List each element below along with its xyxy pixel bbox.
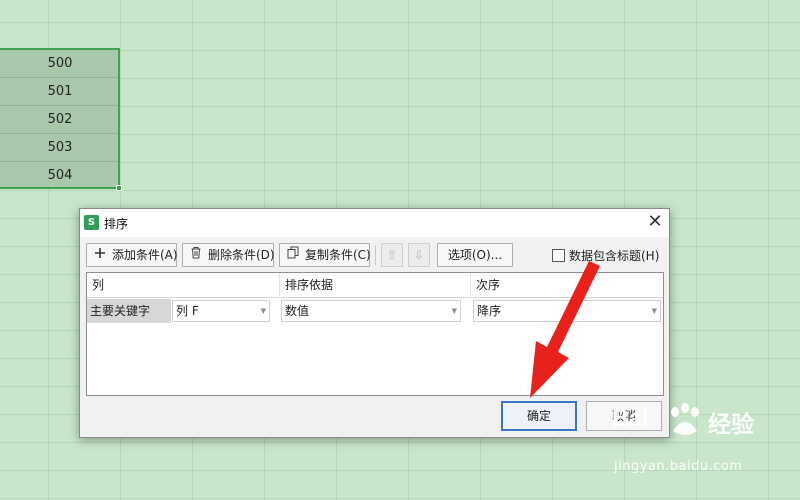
close-icon: ✕: [647, 211, 663, 232]
cell-503[interactable]: 503: [0, 134, 118, 162]
cell-500[interactable]: 500: [0, 50, 118, 78]
copy-condition-label: 复制条件(C): [305, 248, 371, 262]
dialog-titlebar[interactable]: S 排序 ✕: [80, 209, 669, 237]
arrow-down-icon: ⇩: [413, 248, 425, 262]
trash-icon: [188, 244, 204, 266]
checkbox-box[interactable]: [552, 249, 565, 262]
cell-504[interactable]: 504: [0, 162, 118, 190]
app-icon: S: [84, 215, 99, 230]
watermark-url-text: jingyan.baidu.com: [614, 459, 743, 474]
delete-condition-label: 删除条件(D): [208, 248, 275, 262]
move-up-button[interactable]: ⇧: [381, 243, 403, 267]
cell-502[interactable]: 502: [0, 106, 118, 134]
dropdown-arrow-icon: ▼: [260, 307, 266, 315]
column-header-order: 次序: [471, 273, 663, 298]
delete-condition-button[interactable]: 删除条件(D): [182, 243, 275, 267]
dropdown-arrow-icon: ▼: [451, 307, 457, 315]
sort-basis-select[interactable]: 数值 ▼: [281, 300, 461, 322]
paw-icon: [671, 403, 699, 435]
primary-key-label: 主要关键字: [87, 299, 171, 323]
close-button[interactable]: ✕: [643, 211, 667, 235]
sort-basis-value: 数值: [285, 304, 310, 318]
toolbar-divider: [375, 245, 376, 265]
sort-dialog: S 排序 ✕ 添加条件(A) 删除条件(D) 复制条件(C) ⇧ ⇩ 选项(O)…: [79, 208, 670, 438]
copy-icon: [285, 244, 301, 266]
data-has-header-checkbox[interactable]: 数据包含标题(H): [552, 247, 659, 265]
column-select[interactable]: 列 F ▼: [172, 300, 270, 322]
checkbox-label: 数据包含标题(H): [569, 249, 660, 263]
sort-condition-row[interactable]: 主要关键字 列 F ▼ 数值 ▼ 降序 ▼: [87, 299, 663, 325]
arrow-up-icon: ⇧: [386, 248, 398, 262]
add-condition-label: 添加条件(A): [112, 248, 178, 262]
column-header-col: 列: [87, 273, 280, 298]
move-down-button[interactable]: ⇩: [408, 243, 430, 267]
options-button[interactable]: 选项(O)...: [437, 243, 513, 267]
fill-handle[interactable]: [116, 185, 122, 191]
watermark-brand-text: 经验: [708, 412, 754, 438]
order-select[interactable]: 降序 ▼: [473, 300, 661, 322]
column-header-sort-basis: 排序依据: [280, 273, 471, 298]
copy-condition-button[interactable]: 复制条件(C): [279, 243, 371, 267]
column-select-value: 列 F: [176, 304, 199, 318]
baidu-jingyan-watermark: Bai 经验 jingyan.baidu.com: [612, 403, 797, 485]
selected-cell-range[interactable]: 500 501 502 503 504: [0, 48, 120, 189]
dropdown-arrow-icon: ▼: [651, 307, 657, 315]
plus-icon: [92, 244, 108, 266]
add-condition-button[interactable]: 添加条件(A): [86, 243, 178, 267]
sort-conditions-grid: 列 排序依据 次序 主要关键字 列 F ▼ 数值 ▼ 降序 ▼: [86, 272, 664, 396]
cell-501[interactable]: 501: [0, 78, 118, 106]
order-value: 降序: [477, 304, 502, 318]
dialog-title: 排序: [104, 217, 129, 231]
watermark-logo-text: Bai: [612, 405, 648, 432]
ok-button[interactable]: 确定: [501, 401, 577, 431]
